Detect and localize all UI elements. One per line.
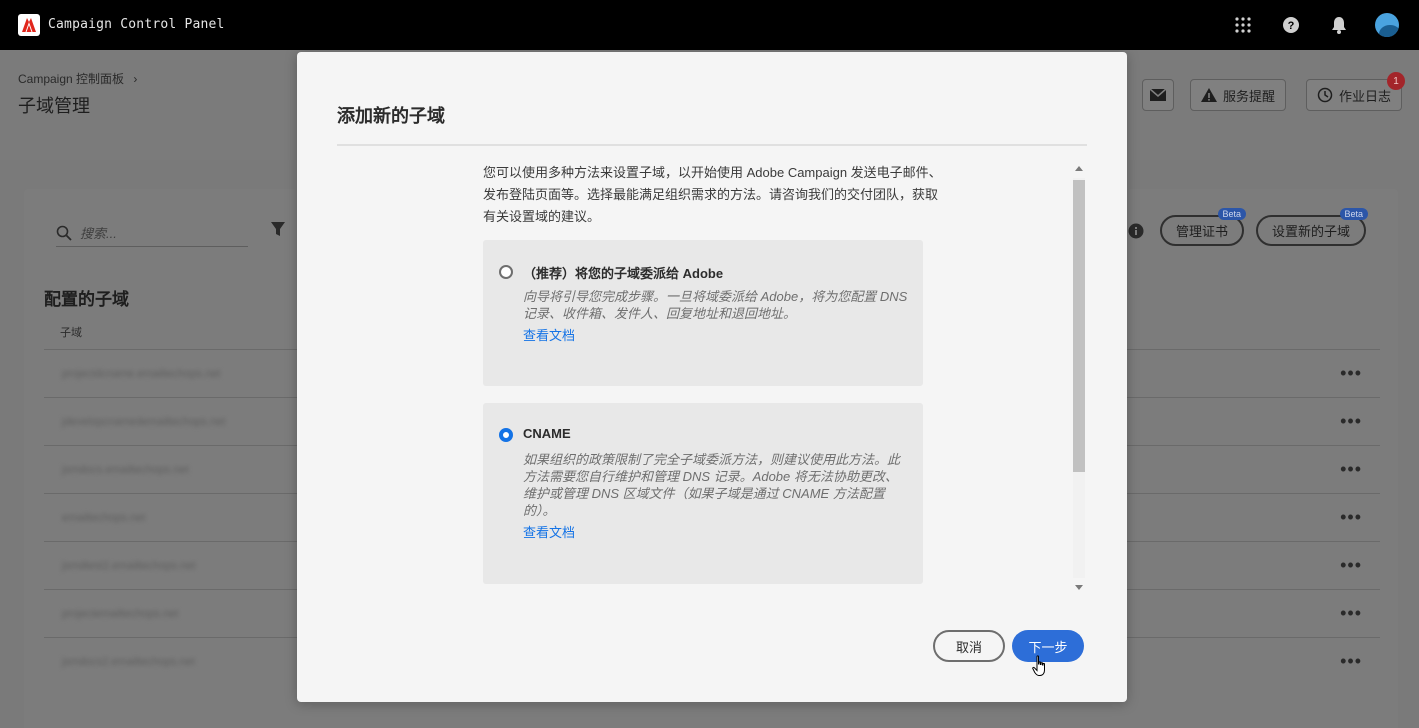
cancel-button[interactable]: 取消 (933, 630, 1005, 662)
scrollbar-thumb[interactable] (1073, 180, 1085, 472)
subdomain-name: emailtechops.net (62, 511, 146, 524)
more-options-icon[interactable]: ••• (1340, 603, 1362, 624)
dialog-title: 添加新的子域 (337, 106, 445, 126)
more-options-icon[interactable]: ••• (1340, 555, 1362, 576)
job-log-badge: 1 (1387, 72, 1406, 90)
subdomain-name: projectemailtechops.net (62, 607, 179, 620)
option-description: 如果组织的政策限制了完全子域委派方法，则建议使用此方法。此方法需要您自行维护和管… (523, 452, 901, 518)
svg-text:?: ? (1288, 20, 1295, 32)
breadcrumb-separator: › (133, 72, 138, 86)
dialog-content: 您可以使用多种方法来设置子域，以开始使用 Adobe Campaign 发送电子… (337, 162, 1087, 594)
next-button[interactable]: 下一步 (1012, 630, 1084, 662)
beta-badge: Beta (1339, 208, 1369, 220)
beta-badge: Beta (1217, 208, 1247, 220)
scroll-up-icon[interactable] (1075, 166, 1083, 171)
option-cname[interactable]: CNAME 如果组织的政策限制了完全子域委派方法，则建议使用此方法。此方法需要您… (483, 403, 923, 584)
add-subdomain-dialog: 添加新的子域 您可以使用多种方法来设置子域，以开始使用 Adobe Campai… (297, 52, 1127, 702)
subdomain-name: jsmdocs2.emailtechops.net (62, 655, 195, 668)
search-placeholder: 搜索... (80, 226, 117, 241)
breadcrumb[interactable]: Campaign 控制面板 › (18, 70, 137, 87)
view-docs-link[interactable]: 查看文档 (523, 522, 575, 541)
more-options-icon[interactable]: ••• (1340, 459, 1362, 480)
option-description: 向导将引导您完成步骤。一旦将域委派给 Adobe，将为您配置 DNS 记录、收件… (523, 289, 908, 321)
service-alerts-button[interactable]: 服务提醒 (1190, 79, 1287, 111)
setup-subdomain-label: 设置新的子域 (1272, 224, 1351, 239)
subdomain-name: jdevelopcnamedemailtechops.net (62, 415, 226, 428)
more-options-icon[interactable]: ••• (1340, 507, 1362, 528)
more-options-icon[interactable]: ••• (1340, 411, 1362, 432)
dialog-divider (337, 144, 1087, 146)
option-title: （推荐）将您的子域委派给 Adobe (523, 266, 724, 281)
job-log-button[interactable]: 作业日志 1 (1306, 72, 1406, 111)
mail-icon (1149, 88, 1167, 101)
help-icon[interactable]: ? (1279, 13, 1303, 37)
apps-grid-icon[interactable] (1231, 13, 1255, 37)
view-docs-link[interactable]: 查看文档 (523, 325, 575, 344)
option-title: CNAME (523, 426, 571, 441)
radio-delegate[interactable] (499, 265, 513, 279)
adobe-logo-icon[interactable] (18, 14, 40, 36)
manage-certificates-button[interactable]: 管理证书 Beta (1160, 208, 1247, 246)
alert-icon (1201, 88, 1217, 102)
avatar[interactable] (1375, 13, 1399, 37)
scroll-down-icon[interactable] (1075, 585, 1083, 590)
search-input[interactable]: 搜索... (56, 219, 248, 247)
hand-cursor-icon (1032, 655, 1048, 682)
setup-subdomain-button[interactable]: 设置新的子域 Beta (1256, 208, 1369, 246)
bell-icon[interactable] (1327, 13, 1351, 37)
option-delegate-to-adobe[interactable]: （推荐）将您的子域委派给 Adobe 向导将引导您完成步骤。一旦将域委派给 Ad… (483, 240, 923, 386)
more-options-icon[interactable]: ••• (1340, 363, 1362, 384)
filter-icon[interactable] (270, 221, 286, 242)
more-options-icon[interactable]: ••• (1340, 651, 1362, 672)
search-icon (56, 225, 72, 241)
top-bar: Campaign Control Panel ? (0, 0, 1419, 50)
dialog-scrollbar[interactable] (1071, 162, 1087, 594)
breadcrumb-link[interactable]: Campaign 控制面板 (18, 72, 124, 86)
mail-button[interactable] (1142, 79, 1174, 111)
info-icon[interactable] (1128, 223, 1144, 244)
manage-certificates-label: 管理证书 (1176, 224, 1229, 239)
app-title[interactable]: Campaign Control Panel (48, 17, 225, 32)
page-title: 子域管理 (18, 96, 90, 116)
subdomain-name: projectdcname.emailtechops.net (62, 367, 221, 380)
column-header-subdomain[interactable]: 子域 (60, 324, 82, 340)
subdomain-name: jsmdocs.emailtechops.net (62, 463, 189, 476)
radio-cname[interactable] (499, 428, 513, 442)
job-log-label: 作业日志 (1339, 88, 1392, 104)
subdomain-name: jsmdtest2.emailtechops.net (62, 559, 196, 572)
service-alerts-label: 服务提醒 (1223, 88, 1276, 104)
dialog-intro-text: 您可以使用多种方法来设置子域，以开始使用 Adobe Campaign 发送电子… (483, 165, 942, 224)
section-title: 配置的子域 (44, 290, 129, 309)
history-icon (1317, 87, 1333, 103)
